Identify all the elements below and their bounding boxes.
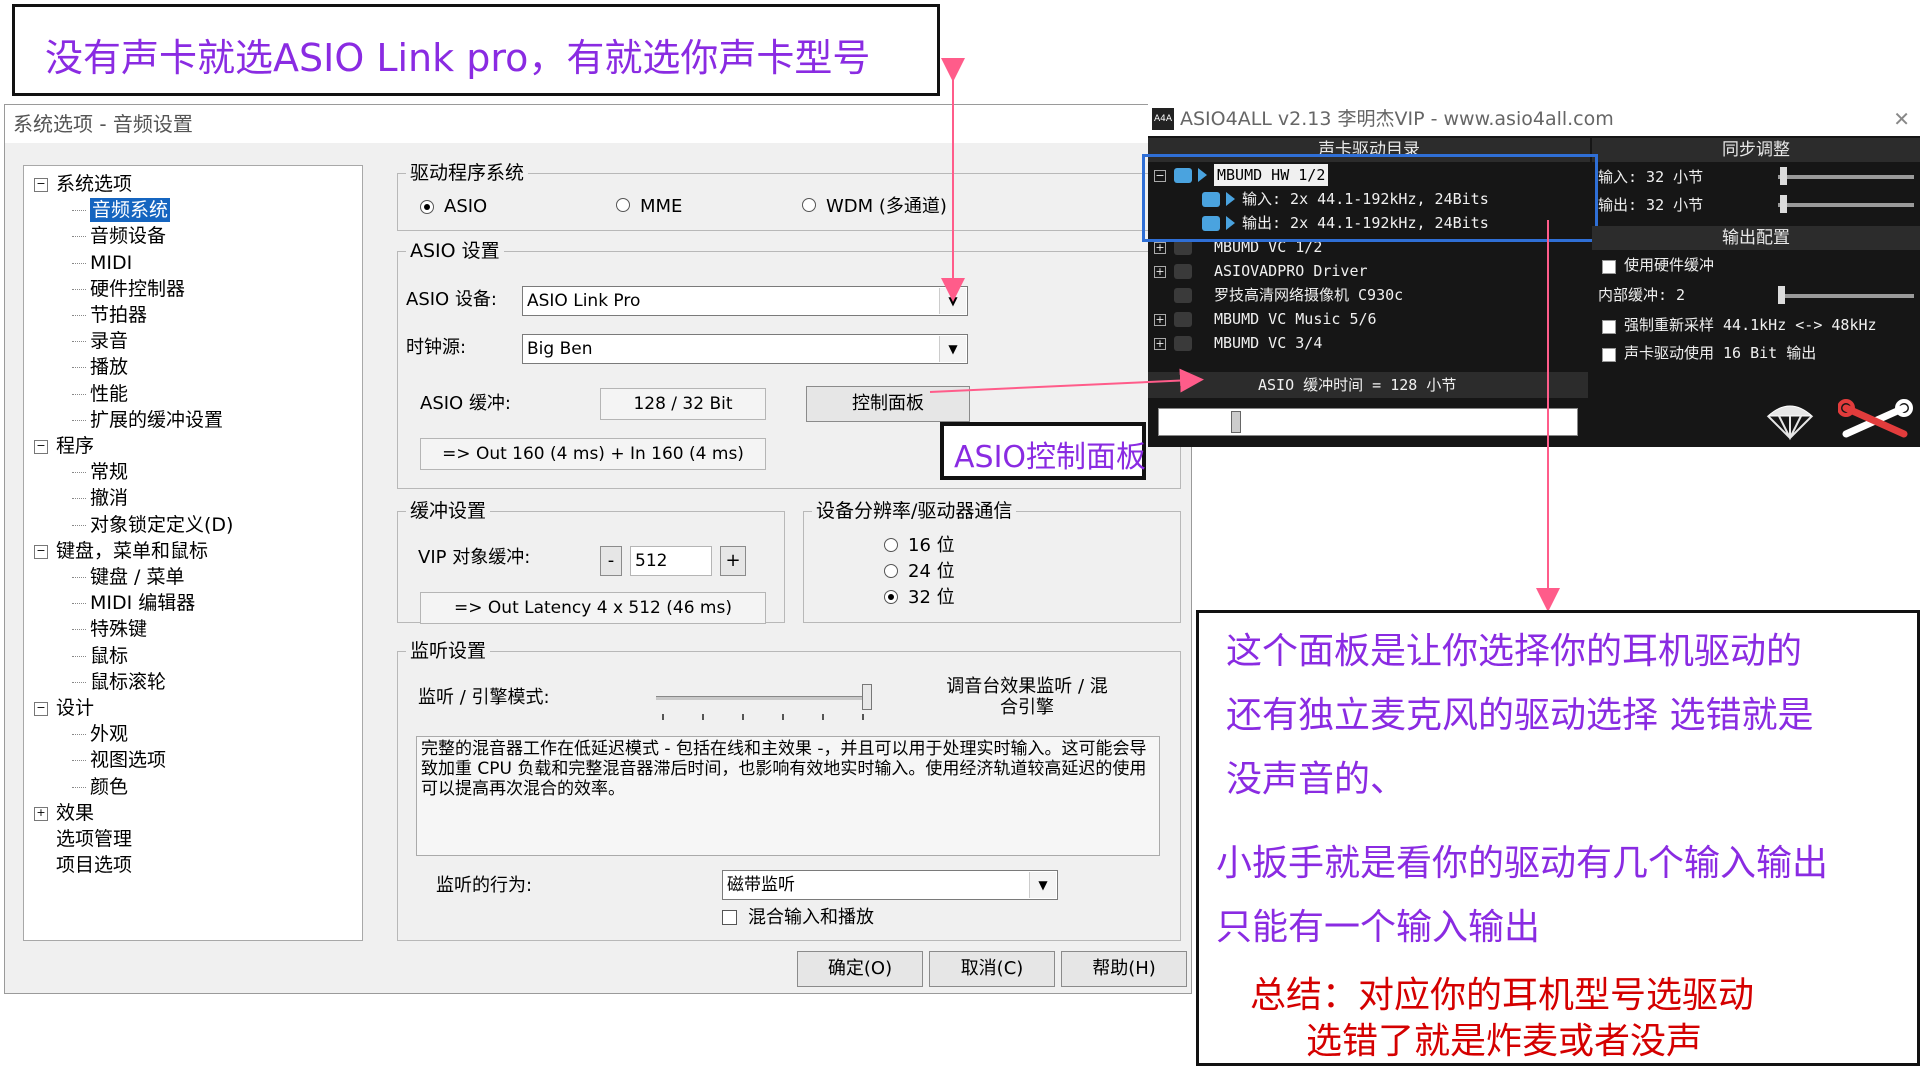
panel-desc-line-3: 没声音的、: [1226, 759, 1407, 800]
summary-line-2: 选错了就是炸麦或者没声: [1306, 1021, 1703, 1062]
arrow-control-panel-to-asio4all: [929, 368, 1204, 393]
panel-desc-line-2: 还有独立麦克风的驱动选择 选错就是: [1226, 695, 1814, 736]
summary-line-1: 总结：对应你的耳机型号选驱动: [1250, 975, 1755, 1016]
wrench-desc-line-1: 小扳手就是看你的驱动有几个输入输出: [1216, 843, 1829, 884]
wrench-desc-line-2: 只能有一个输入输出: [1216, 907, 1541, 948]
panel-desc-line-1: 这个面板是让你选择你的耳机驱动的: [1226, 631, 1803, 672]
